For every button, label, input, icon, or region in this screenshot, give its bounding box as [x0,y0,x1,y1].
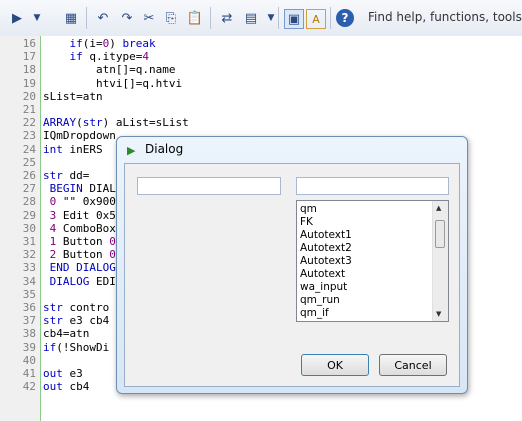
code-line[interactable]: 1 Button 0 [43,235,116,248]
line-number: 22 [22,116,36,130]
listbox-scrollbar[interactable]: ▲ ▼ [432,201,448,321]
list-item[interactable]: FK [300,216,313,229]
list-item[interactable]: qm_if [300,307,329,320]
line-number: 42 [22,380,36,394]
gutter-separator [40,36,41,421]
code-line[interactable]: 3 Edit 0x5 [43,209,116,222]
find-icon[interactable]: ⇄ [218,9,236,27]
code-line[interactable]: ARRAY(str) aList=sList [43,116,189,129]
list-item[interactable]: Autotext2 [300,242,352,255]
help-icon[interactable]: ? [336,9,354,27]
toolbar-separator [210,7,211,29]
code-line[interactable]: str e3 cb4 [43,314,109,327]
line-number: 27 [22,182,36,196]
cancel-button[interactable]: Cancel [379,354,447,376]
dialog-editor-icon[interactable]: ▣ [284,9,304,29]
code-line[interactable]: str dd= [43,169,89,182]
font-icon[interactable]: A [306,9,326,29]
list-item[interactable]: Autotext [300,268,345,281]
line-number: 40 [22,353,36,367]
line-number: 24 [22,142,36,156]
dialog-play-icon: ▶ [127,144,136,157]
code-line[interactable]: IQmDropdown [43,129,116,142]
code-line[interactable]: 4 ComboBox [43,222,116,235]
help-search-input[interactable]: Find help, functions, tools [368,10,522,24]
edit-field[interactable] [137,177,281,195]
list-item[interactable]: wa_input [300,281,347,294]
dialog-client-area: qm FK Autotext1 Autotext2 Autotext3 Autotext w… [124,163,460,387]
code-line[interactable]: int inERS [43,143,103,156]
scroll-up-icon[interactable]: ▲ [436,204,441,212]
scroll-thumb[interactable] [435,220,445,248]
code-line[interactable]: END DIALOG [43,261,116,274]
list-item[interactable]: qm_run [300,294,340,307]
line-number: 18 [22,63,36,77]
undo-icon[interactable]: ↶ [94,9,112,27]
line-number: 29 [22,208,36,222]
line-number: 21 [22,103,36,116]
line-number: 36 [22,301,36,314]
toolbar-separator [86,7,87,29]
scroll-down-icon[interactable]: ▼ [436,310,441,318]
line-number: 30 [22,221,36,235]
code-line[interactable]: htvi[]=q.htvi [43,77,182,90]
list-item[interactable]: Autotext3 [300,255,352,268]
line-number: 28 [22,195,36,209]
toolbar-separator [278,7,279,29]
line-number: 39 [22,340,36,354]
list-item[interactable]: qm [300,203,317,216]
code-line[interactable]: out cb4 [43,380,89,393]
dialog-window[interactable]: ▶ Dialog qm FK Autotext1 Autotext2 Autotext3… [116,136,468,394]
line-number: 20 [22,89,36,103]
code-line[interactable]: 2 Button 0 [43,248,116,261]
list-item[interactable]: Autotext1 [300,229,352,242]
line-number: 26 [22,169,36,182]
code-line[interactable]: atn[]=q.name [43,63,175,76]
code-line[interactable]: BEGIN DIAL [43,182,116,195]
code-line[interactable]: DIALOG EDI [43,275,116,288]
combo-edit-field[interactable] [296,177,449,195]
line-number: 34 [22,274,36,288]
redo-icon[interactable]: ↷ [118,9,136,27]
toolbar: ▶ ▼ ▦ ↶ ↷ ✂ ⎘ 📋 ⇄ ▤ ▼ ▣ A ? Find help, f… [0,0,522,37]
dialog-title: Dialog [145,142,184,156]
run-icon[interactable]: ▶ [8,9,26,27]
code-line[interactable]: str contro [43,301,109,314]
line-number: 31 [22,235,36,248]
line-number: 38 [22,327,36,341]
cut-icon[interactable]: ✂ [140,9,158,27]
code-line[interactable]: 0 "" 0x900 [43,195,116,208]
paste-icon[interactable]: 📋 [186,9,204,27]
grid-icon[interactable]: ▦ [62,9,80,27]
line-number: 17 [22,50,36,64]
code-line[interactable]: out e3 [43,367,83,380]
line-number: 33 [22,261,36,275]
line-number: 41 [22,367,36,380]
toolbar-separator [330,7,331,29]
line-number: 35 [22,287,36,301]
line-number: 25 [22,155,36,169]
copy-icon[interactable]: ⎘ [162,9,180,27]
line-number: 37 [22,314,36,328]
line-number: 32 [22,248,36,262]
combo-listbox[interactable]: qm FK Autotext1 Autotext2 Autotext3 Autotext w… [296,200,449,322]
code-line[interactable]: if(!ShowDi [43,341,109,354]
code-line[interactable]: if q.itype=4 [43,50,149,63]
line-number: 16 [22,37,36,50]
line-number: 19 [22,76,36,90]
code-line[interactable]: if(i=0) break [43,37,156,50]
dropdown-arrow-icon[interactable]: ▼ [28,9,46,27]
code-line[interactable]: cb4=atn [43,327,89,340]
ok-button[interactable]: OK [301,354,369,376]
line-number: 23 [22,129,36,143]
code-line[interactable]: sList=atn [43,90,103,103]
window-icon[interactable]: ▤ [242,9,260,27]
